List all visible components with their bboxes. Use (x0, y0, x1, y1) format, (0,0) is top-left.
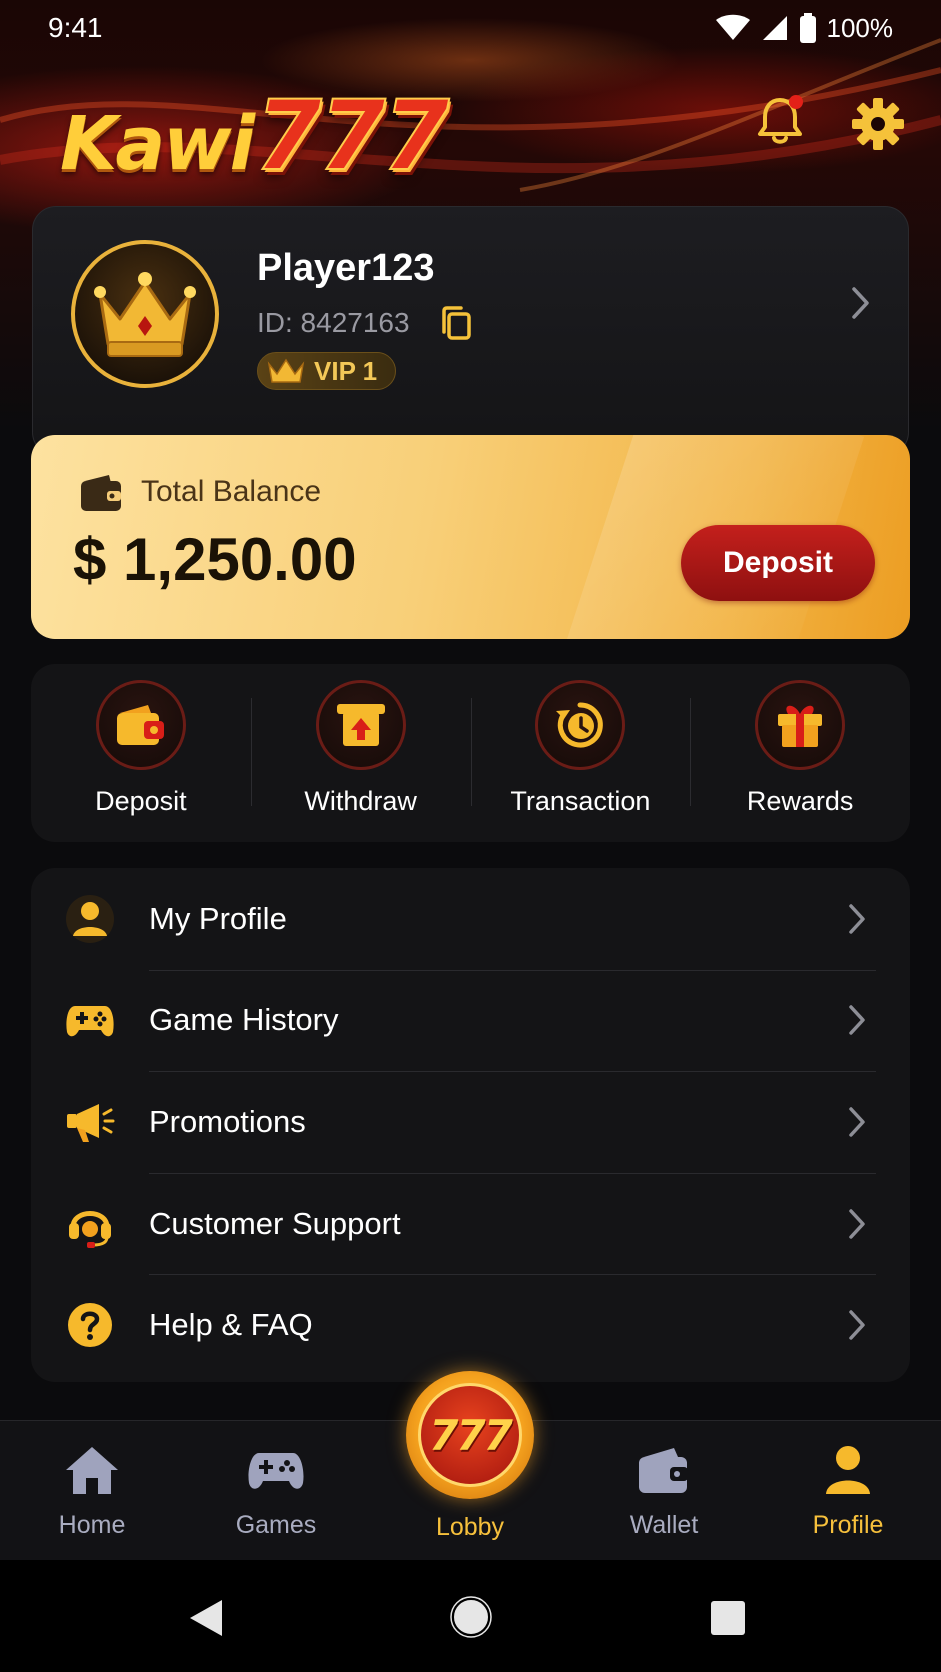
recents-square-icon (711, 1601, 745, 1635)
battery-percent: 100% (826, 12, 894, 43)
nav-home[interactable]: Home (22, 1421, 162, 1561)
system-recents-button[interactable] (710, 1600, 746, 1641)
status-time: 9:41 (48, 12, 103, 43)
system-nav-bar (0, 1560, 941, 1672)
settings-button[interactable] (850, 96, 906, 152)
profile-card[interactable]: Player123 ID: 8427163 VIP 1 (32, 206, 909, 456)
crown-icon (94, 272, 196, 357)
signal-icon (762, 16, 787, 40)
home-circle-icon (450, 1596, 492, 1638)
nav-label: Games (235, 1511, 317, 1539)
menu-item-promotions[interactable]: Promotions (31, 1071, 910, 1173)
deposit-button[interactable]: Deposit (681, 525, 875, 601)
gamepad-icon (246, 1443, 306, 1497)
nav-label: Home (58, 1511, 126, 1539)
bottom-nav: Home Games 777 Lobby Wallet Profile (0, 1371, 941, 1561)
system-home-button[interactable] (450, 1596, 492, 1643)
chevron-right-icon (849, 1208, 865, 1239)
lobby-777-icon: 777 (418, 1383, 522, 1487)
quick-action-circle (535, 680, 626, 770)
user-icon (818, 1443, 878, 1497)
logo-text: Kawi (60, 101, 255, 187)
vip-level: VIP 1 (314, 355, 378, 386)
settings-menu: My Profile Game History Promotions Custo… (31, 868, 910, 1382)
vip-badge: VIP 1 (257, 352, 397, 390)
headset-icon (65, 1199, 115, 1249)
wallet-deposit-icon (116, 705, 164, 745)
chevron-right-icon (849, 904, 865, 934)
menu-item-label: Promotions (149, 1103, 306, 1139)
bell-icon (758, 95, 803, 144)
wallet-icon (634, 1443, 694, 1497)
battery-icon (799, 13, 816, 43)
balance-amount: $ 1,250.00 (73, 526, 357, 593)
menu-item-label: Help & FAQ (149, 1307, 313, 1343)
quick-action-label: Deposit (95, 786, 187, 816)
quick-action-label: Withdraw (304, 786, 417, 816)
nav-label: Wallet (629, 1511, 699, 1539)
quick-action-label: Transaction (510, 786, 651, 816)
gear-icon (852, 98, 904, 150)
menu-item-label: Customer Support (149, 1205, 401, 1241)
chevron-right-icon (849, 1310, 865, 1340)
nav-lobby-label: Lobby (435, 1513, 505, 1541)
system-back-button[interactable] (188, 1598, 224, 1643)
quick-action-circle (95, 680, 186, 770)
nav-lobby-button[interactable]: 777 (406, 1371, 534, 1499)
chevron-right-icon (849, 1005, 865, 1036)
back-triangle-icon (190, 1600, 222, 1636)
logo-number: 777 (254, 79, 450, 193)
withdraw-icon (336, 704, 385, 746)
chevron-right-icon (849, 1107, 865, 1137)
avatar (71, 240, 219, 388)
player-name: Player123 (257, 247, 435, 289)
user-icon (65, 894, 115, 944)
quick-actions: Deposit Withdraw Transaction Rewards (31, 664, 910, 842)
lobby-badge-text: 777 (429, 1410, 513, 1460)
menu-item-my-profile[interactable]: My Profile (31, 868, 910, 970)
menu-item-customer-support[interactable]: Customer Support (31, 1172, 910, 1275)
menu-item-game-history[interactable]: Game History (31, 969, 910, 1072)
nav-label: Profile (812, 1511, 884, 1539)
gift-icon (778, 705, 823, 747)
copy-icon (442, 306, 471, 340)
megaphone-icon (65, 1097, 115, 1147)
nav-games[interactable]: Games (206, 1421, 346, 1561)
notification-button[interactable] (752, 92, 808, 148)
wallet-icon (79, 473, 123, 513)
question-icon (65, 1300, 115, 1350)
menu-item-label: Game History (149, 1002, 339, 1038)
menu-item-label: My Profile (149, 900, 287, 936)
nav-wallet[interactable]: Wallet (594, 1421, 734, 1561)
home-icon (62, 1443, 122, 1497)
vip-crown-icon (267, 358, 305, 383)
profile-chevron-icon (845, 283, 875, 323)
quick-action-withdraw[interactable]: Withdraw (250, 664, 471, 842)
notification-dot-icon (789, 95, 803, 109)
balance-label: Total Balance (141, 475, 322, 508)
status-bar: 9:41 100% (0, 0, 941, 56)
quick-action-circle (755, 680, 846, 770)
quick-action-label: Rewards (746, 786, 854, 816)
balance-card: Total Balance $ 1,250.00 Deposit (31, 435, 910, 639)
quick-action-circle (315, 680, 406, 770)
wifi-icon (715, 14, 750, 40)
status-icons: 100% (715, 12, 894, 44)
gamepad-icon (65, 995, 115, 1045)
nav-profile[interactable]: Profile (778, 1421, 918, 1561)
app-logo: Kawi 777 (60, 79, 450, 193)
copy-id-button[interactable] (439, 305, 473, 341)
quick-action-rewards[interactable]: Rewards (690, 664, 910, 842)
quick-action-transaction[interactable]: Transaction (470, 664, 691, 842)
history-clock-icon (556, 702, 604, 748)
quick-action-deposit[interactable]: Deposit (31, 664, 251, 842)
player-id: ID: 8427163 (257, 307, 410, 338)
menu-item-help-faq[interactable]: Help & FAQ (31, 1274, 910, 1376)
